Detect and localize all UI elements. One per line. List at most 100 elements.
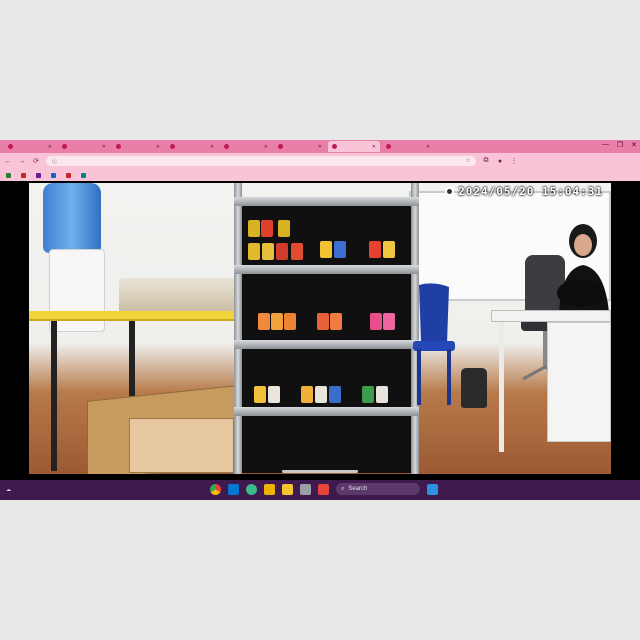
canned-good xyxy=(276,243,288,260)
taskbar-search[interactable]: ⌕ Search xyxy=(336,483,420,495)
canned-good xyxy=(383,241,395,258)
tab-close-icon[interactable]: ✕ xyxy=(318,144,322,150)
canned-good xyxy=(329,386,341,403)
canned-good xyxy=(330,313,342,330)
taskbar-weather[interactable]: ☁ xyxy=(6,487,11,493)
browser-tab[interactable]: ✕ xyxy=(274,141,326,152)
browser-tab[interactable]: ✕ xyxy=(220,141,272,152)
canned-good xyxy=(254,386,266,403)
camera-record-icon xyxy=(445,187,455,196)
taskbar: ☁ ⌕ Search xyxy=(0,480,640,500)
tab-favicon-icon xyxy=(278,144,283,149)
back-arrow-icon[interactable]: ← xyxy=(4,158,12,165)
minimize-button[interactable]: — xyxy=(602,141,609,149)
app-icon[interactable] xyxy=(427,483,438,495)
canned-good xyxy=(258,313,270,330)
bookmark-item[interactable] xyxy=(51,172,58,178)
bookmark-favicon-icon xyxy=(81,172,86,178)
bookmark-favicon-icon xyxy=(21,172,26,178)
canned-good xyxy=(383,313,395,330)
canned-good xyxy=(271,313,283,330)
canned-good xyxy=(248,220,260,237)
tab-close-icon[interactable]: ✕ xyxy=(102,144,106,150)
bookmarks-bar xyxy=(0,169,640,181)
shelf-post xyxy=(234,183,242,474)
address-bar[interactable]: ⓘ ☆ xyxy=(46,156,476,166)
cardboard-box xyxy=(129,418,234,473)
window-controls: — ❐ ✕ xyxy=(602,141,637,149)
tab-strip: ✕ ✕ ✕ ✕ ✕ ✕ ✕ ✕ — ❐ ✕ xyxy=(0,140,640,153)
bookmark-item[interactable] xyxy=(6,172,13,178)
browser-tab-active[interactable]: ✕ xyxy=(328,141,380,152)
video-scrubber[interactable] xyxy=(282,470,358,473)
canned-good xyxy=(320,241,332,258)
shelf-level xyxy=(234,197,419,206)
tab-close-icon[interactable]: ✕ xyxy=(426,144,430,150)
tab-close-icon[interactable]: ✕ xyxy=(264,144,268,150)
tab-favicon-icon xyxy=(62,144,67,149)
reload-icon[interactable]: ⟳ xyxy=(32,157,40,165)
profile-icon[interactable]: ● xyxy=(496,158,504,165)
browser-tab[interactable]: ✕ xyxy=(382,141,434,152)
file-explorer-icon[interactable] xyxy=(264,483,275,495)
bookmark-item[interactable] xyxy=(81,172,88,178)
maximize-button[interactable]: ❐ xyxy=(617,141,623,149)
canned-good xyxy=(261,220,273,237)
blue-plastic-chair xyxy=(413,283,455,405)
tab-favicon-icon xyxy=(386,144,391,149)
tab-close-icon[interactable]: ✕ xyxy=(372,144,376,150)
search-icon: ⌕ xyxy=(341,485,345,492)
table-leg xyxy=(51,321,57,471)
yellow-table xyxy=(29,311,254,321)
bookmark-favicon-icon xyxy=(6,172,11,178)
bookmark-favicon-icon xyxy=(66,172,71,178)
bookmark-item[interactable] xyxy=(21,172,28,178)
forward-arrow-icon[interactable]: → xyxy=(18,158,26,165)
edge-icon[interactable] xyxy=(246,483,257,495)
search-label: Search xyxy=(348,486,368,492)
app-icon[interactable] xyxy=(300,483,311,495)
browser-window: ✕ ✕ ✕ ✕ ✕ ✕ ✕ ✕ — ❐ ✕ ← → ⟳ ⓘ ☆ ⧉ ● ⋮ 20… xyxy=(0,140,640,500)
canned-good xyxy=(315,386,327,403)
browser-tab[interactable]: ✕ xyxy=(112,141,164,152)
desk-leg xyxy=(499,322,504,452)
browser-menu-icon[interactable]: ⋮ xyxy=(510,157,518,165)
tab-favicon-icon xyxy=(8,144,13,149)
bookmark-favicon-icon xyxy=(51,172,56,178)
taskbar-apps: ⌕ Search xyxy=(210,483,438,495)
vscode-icon[interactable] xyxy=(228,483,239,495)
canned-good xyxy=(369,241,381,258)
shelf-level xyxy=(234,340,419,349)
bookmark-item[interactable] xyxy=(36,172,43,178)
browser-tab[interactable]: ✕ xyxy=(166,141,218,152)
bookmark-item[interactable] xyxy=(66,172,73,178)
canned-good xyxy=(301,386,313,403)
browser-toolbar: ← → ⟳ ⓘ ☆ ⧉ ● ⋮ xyxy=(0,153,640,169)
timestamp-text: 2024/05/20 15:04:31 xyxy=(458,185,603,198)
shelf-level xyxy=(234,265,419,274)
browser-tab[interactable]: ✕ xyxy=(4,141,56,152)
tab-close-icon[interactable]: ✕ xyxy=(156,144,160,150)
shelf-level xyxy=(234,407,419,416)
desk-drawer xyxy=(547,322,611,442)
app-icon[interactable] xyxy=(318,483,329,495)
camera-video-feed[interactable]: 2024/05/20 15:04:31 xyxy=(29,183,611,474)
tab-close-icon[interactable]: ✕ xyxy=(48,144,52,150)
water-jug xyxy=(43,183,101,253)
tab-favicon-icon xyxy=(170,144,175,149)
site-info-icon[interactable]: ⓘ xyxy=(52,158,57,165)
browser-tab[interactable]: ✕ xyxy=(58,141,110,152)
canned-good xyxy=(248,243,260,260)
canned-good xyxy=(334,241,346,258)
canned-good xyxy=(362,386,374,403)
bookmark-star-icon[interactable]: ☆ xyxy=(466,158,470,164)
person xyxy=(557,224,609,313)
close-window-button[interactable]: ✕ xyxy=(631,141,637,149)
tab-favicon-icon xyxy=(116,144,121,149)
canned-good xyxy=(370,313,382,330)
chrome-icon[interactable] xyxy=(210,483,221,495)
tab-close-icon[interactable]: ✕ xyxy=(210,144,214,150)
folder-icon[interactable] xyxy=(282,483,293,495)
white-desk xyxy=(491,310,611,322)
extensions-icon[interactable]: ⧉ xyxy=(482,157,490,165)
